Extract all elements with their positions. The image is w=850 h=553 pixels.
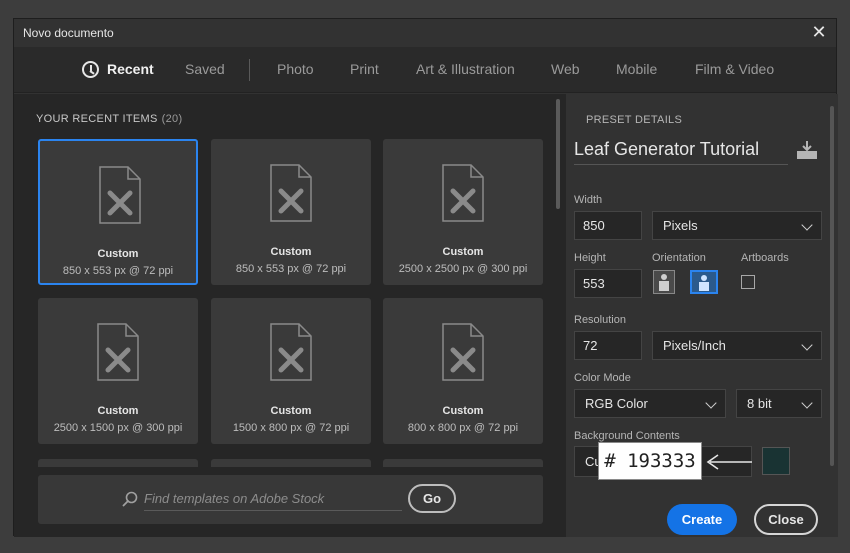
stock-search-input[interactable]: Find templates on Adobe Stock	[144, 491, 324, 506]
width-label: Width	[574, 194, 603, 206]
person-icon	[699, 275, 709, 291]
close-button[interactable]: Close	[754, 504, 818, 535]
chevron-down-icon	[801, 339, 813, 351]
search-icon	[122, 491, 138, 507]
recent-count: (20)	[161, 113, 183, 125]
save-preset-icon[interactable]	[796, 140, 818, 160]
adobe-stock-search: Find templates on Adobe Stock Go	[38, 475, 543, 524]
resolution-label: Resolution	[574, 314, 626, 326]
tab-recent[interactable]: Recent	[107, 61, 154, 77]
width-input[interactable]: 850	[574, 211, 642, 240]
landscape-orientation-button[interactable]	[690, 270, 718, 294]
color-mode-select[interactable]: RGB Color	[574, 389, 726, 418]
recent-item-card[interactable]: Custom 1500 x 800 px @ 72 ppi	[211, 298, 371, 444]
recent-item-card-partial[interactable]	[383, 459, 543, 467]
hex-color-callout: # 193333	[598, 442, 702, 480]
height-input[interactable]: 553	[574, 269, 642, 298]
recent-item-card[interactable]: Custom 850 x 553 px @ 72 ppi	[38, 139, 198, 285]
item-name: Custom	[97, 248, 139, 260]
window-title: Novo documento	[23, 26, 114, 40]
orientation-label: Orientation	[652, 252, 706, 264]
chevron-down-icon	[801, 219, 813, 231]
new-document-dialog: Novo documento ✕ Recent Saved Photo Prin…	[13, 18, 838, 537]
tab-saved[interactable]: Saved	[185, 61, 225, 77]
tab-art-illustration[interactable]: Art & Illustration	[416, 61, 515, 77]
item-name: Custom	[442, 246, 484, 258]
recent-item-card-partial[interactable]	[211, 459, 371, 467]
recent-heading-text: YOUR RECENT ITEMS	[36, 113, 158, 125]
bit-depth-select[interactable]: 8 bit	[736, 389, 822, 418]
document-icon	[270, 164, 312, 222]
preset-details-heading: PRESET DETAILS	[586, 114, 683, 126]
recent-item-card[interactable]: Custom 2500 x 2500 px @ 300 ppi	[383, 139, 543, 285]
bit-depth-value: 8 bit	[747, 396, 772, 411]
recent-items-heading: YOUR RECENT ITEMS (20)	[36, 113, 182, 125]
tab-print[interactable]: Print	[350, 61, 379, 77]
width-unit-select[interactable]: Pixels	[652, 211, 822, 240]
item-size: 2500 x 1500 px @ 300 ppi	[53, 422, 183, 434]
resolution-unit-select[interactable]: Pixels/Inch	[652, 331, 822, 360]
tab-web[interactable]: Web	[551, 61, 580, 77]
arrow-left-icon	[706, 454, 752, 470]
item-size: 800 x 800 px @ 72 ppi	[407, 422, 519, 434]
width-unit-value: Pixels	[663, 218, 698, 233]
tab-photo[interactable]: Photo	[277, 61, 314, 77]
document-icon	[97, 323, 139, 381]
recent-item-card[interactable]: Custom 850 x 553 px @ 72 ppi	[211, 139, 371, 285]
person-icon	[659, 274, 669, 291]
create-button[interactable]: Create	[667, 504, 737, 535]
preset-details-panel: PRESET DETAILS Leaf Generator Tutorial W…	[566, 94, 838, 537]
document-icon	[442, 323, 484, 381]
go-button[interactable]: Go	[408, 484, 456, 513]
category-tabs: Recent Saved Photo Print Art & Illustrat…	[14, 47, 836, 93]
search-underline	[144, 510, 402, 511]
chevron-down-icon	[801, 397, 813, 409]
background-color-swatch[interactable]	[762, 447, 790, 475]
clock-icon	[82, 61, 99, 78]
title-bar: Novo documento ✕	[14, 19, 836, 47]
preset-scrollbar[interactable]	[830, 106, 834, 466]
resolution-unit-value: Pixels/Inch	[663, 338, 726, 353]
color-mode-label: Color Mode	[574, 372, 631, 384]
artboards-checkbox[interactable]	[741, 275, 755, 289]
recent-items-panel: YOUR RECENT ITEMS (20) Custom 850 x 553 p…	[14, 94, 566, 537]
recent-item-card[interactable]: Custom 800 x 800 px @ 72 ppi	[383, 298, 543, 444]
portrait-orientation-button[interactable]	[653, 270, 675, 294]
preset-name-field[interactable]: Leaf Generator Tutorial	[574, 139, 788, 165]
item-size: 1500 x 800 px @ 72 ppi	[232, 422, 350, 434]
item-name: Custom	[97, 405, 139, 417]
document-icon	[99, 166, 141, 224]
background-contents-label: Background Contents	[574, 430, 680, 442]
close-icon[interactable]: ✕	[810, 23, 828, 41]
resolution-input[interactable]: 72	[574, 331, 642, 360]
chevron-down-icon	[705, 397, 717, 409]
color-mode-value: RGB Color	[585, 396, 648, 411]
height-label: Height	[574, 252, 606, 264]
document-icon	[270, 323, 312, 381]
item-size: 850 x 553 px @ 72 ppi	[235, 263, 347, 275]
item-name: Custom	[442, 405, 484, 417]
recent-scrollbar[interactable]	[556, 99, 560, 209]
document-icon	[442, 164, 484, 222]
recent-item-card[interactable]: Custom 2500 x 1500 px @ 300 ppi	[38, 298, 198, 444]
item-name: Custom	[270, 405, 312, 417]
item-size: 850 x 553 px @ 72 ppi	[62, 265, 174, 277]
tab-mobile[interactable]: Mobile	[616, 61, 657, 77]
item-size: 2500 x 2500 px @ 300 ppi	[398, 263, 528, 275]
tab-film-video[interactable]: Film & Video	[695, 61, 774, 77]
recent-item-card-partial[interactable]	[38, 459, 198, 467]
item-name: Custom	[270, 246, 312, 258]
artboards-label: Artboards	[741, 252, 789, 264]
tab-divider	[249, 59, 250, 81]
